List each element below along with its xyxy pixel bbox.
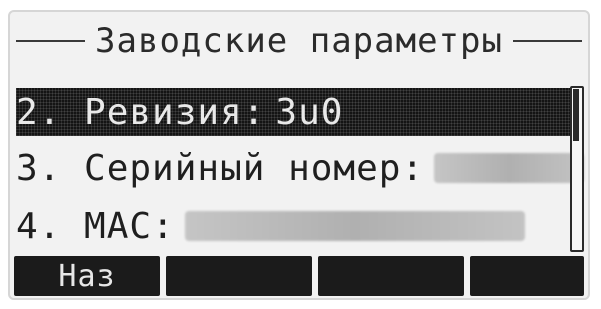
list-item-serial-number[interactable]: 3. Серийный номер: (16, 144, 584, 192)
blurred-mac-address (184, 211, 525, 241)
scrollbar-thumb[interactable] (573, 89, 579, 141)
screen-title: Заводские параметры (95, 21, 503, 61)
softkey-back-button[interactable]: Наз (14, 256, 160, 296)
softkey-label: Наз (58, 258, 116, 294)
softkey-3[interactable] (318, 256, 464, 296)
title-rule-right (512, 40, 582, 42)
list-item-label: 4. MAC: (16, 205, 175, 247)
parameters-list: 2. Ревизия: 3u0 3. Серийный номер: 4. MA… (16, 84, 584, 254)
list-item-revision[interactable]: 2. Ревизия: 3u0 (16, 88, 584, 136)
title-rule-left (16, 40, 86, 42)
screen-title-row: Заводские параметры (8, 18, 590, 64)
softkeys-bar: Наз (8, 256, 590, 300)
scrollbar[interactable] (570, 86, 584, 252)
phone-lcd-screen: Заводские параметры 2. Ревизия: 3u0 3. С… (8, 10, 590, 300)
list-item-value: 3u0 (275, 91, 344, 133)
softkey-4[interactable] (470, 256, 584, 296)
blurred-serial-number (434, 153, 584, 183)
softkey-2[interactable] (166, 256, 312, 296)
list-item-label: 3. Серийный номер: (16, 147, 425, 189)
list-item-mac[interactable]: 4. MAC: (16, 202, 584, 250)
list-item-label: 2. Ревизия: (16, 91, 266, 133)
